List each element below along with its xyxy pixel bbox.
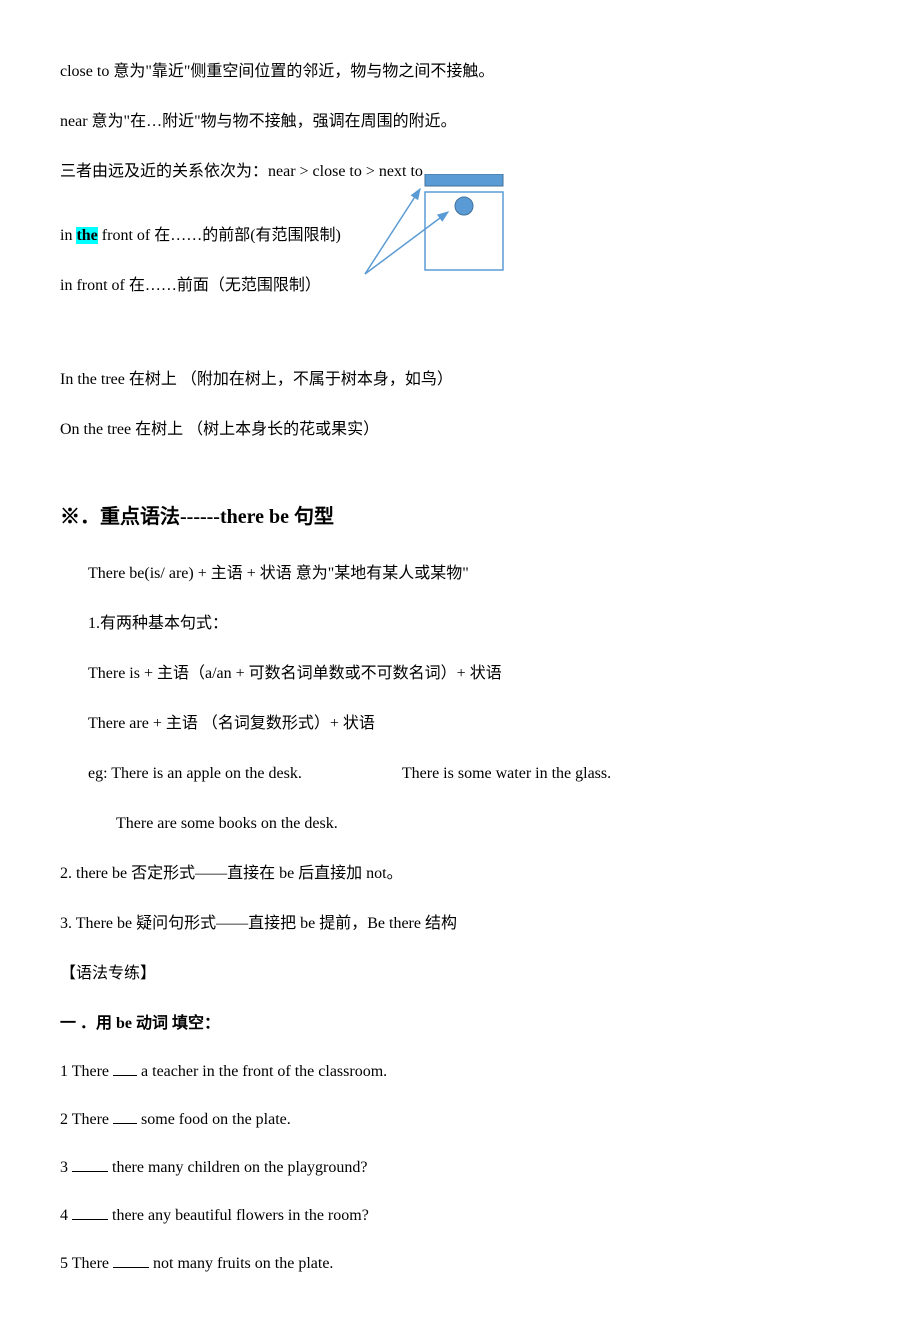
note-line-near: near 意为"在…附近"物与物不接触，强调在周围的附近。 bbox=[60, 110, 860, 134]
grammar-eg-line-2: There are some books on the desk. bbox=[116, 812, 860, 836]
q1-a: 1 There bbox=[60, 1063, 113, 1080]
q1-blank bbox=[113, 1060, 137, 1076]
q2-b: some food on the plate. bbox=[137, 1111, 291, 1128]
grammar-line-6: 2. there be 否定形式——直接在 be 后直接加 not。 bbox=[60, 862, 860, 886]
grammar-line-1: There be(is/ are) + 主语 + 状语 意为"某地有某人或某物" bbox=[88, 562, 860, 586]
in-the-front-rest: front of 在……的前部(有范围限制) bbox=[98, 227, 341, 244]
grammar-line-7: 3. There be 疑问句形式——直接把 be 提前，Be there 结构 bbox=[60, 912, 860, 936]
q2-a: 2 There bbox=[60, 1111, 113, 1128]
grammar-heading: ※．重点语法------there be 句型 bbox=[60, 502, 860, 532]
grammar-eg-line-1: eg: There is an apple on the desk. There … bbox=[88, 762, 860, 786]
exercise-q5: 5 There not many fruits on the plate. bbox=[60, 1252, 860, 1276]
q2-blank bbox=[113, 1108, 137, 1124]
note-line-closeto: close to 意为"靠近"侧重空间位置的邻近，物与物之间不接触。 bbox=[60, 60, 860, 84]
in-the-front-of-line: in the front of 在……的前部(有范围限制) bbox=[60, 224, 341, 248]
exercise-q2: 2 There some food on the plate. bbox=[60, 1108, 860, 1132]
exercise-q4: 4 there any beautiful flowers in the roo… bbox=[60, 1204, 860, 1228]
q4-a: 4 bbox=[60, 1207, 72, 1224]
grammar-line-3: There is + 主语（a/an + 可数名词单数或不可数名词）+ 状语 bbox=[88, 662, 860, 686]
exercise-q3: 3 there many children on the playground? bbox=[60, 1156, 860, 1180]
front-of-diagram bbox=[360, 174, 520, 304]
q1-b: a teacher in the front of the classroom. bbox=[137, 1063, 387, 1080]
on-the-tree-line: On the tree 在树上 （树上本身长的花或果实） bbox=[60, 418, 860, 442]
exercise-q1: 1 There a teacher in the front of the cl… bbox=[60, 1060, 860, 1084]
q3-blank bbox=[72, 1156, 108, 1172]
eg-left: eg: There is an apple on the desk. bbox=[88, 765, 302, 782]
q3-b: there many children on the playground? bbox=[108, 1159, 367, 1176]
grammar-practice-label: 【语法专练】 bbox=[60, 962, 860, 986]
grammar-line-4: There are + 主语 （名词复数形式）+ 状语 bbox=[88, 712, 860, 736]
q5-b: not many fruits on the plate. bbox=[149, 1255, 333, 1272]
front-of-section: in the front of 在……的前部(有范围限制) in front o… bbox=[60, 224, 860, 298]
q5-blank bbox=[113, 1252, 149, 1268]
q3-a: 3 bbox=[60, 1159, 72, 1176]
in-prefix: in bbox=[60, 227, 76, 244]
in-the-tree-line: In the tree 在树上 （附加在树上，不属于树本身，如鸟） bbox=[60, 368, 860, 392]
q4-blank bbox=[72, 1204, 108, 1220]
grammar-line-2: 1.有两种基本句式： bbox=[88, 612, 860, 636]
the-highlight: the bbox=[76, 227, 97, 244]
q5-a: 5 There bbox=[60, 1255, 113, 1272]
exercise-heading: 一 ．用 be 动词 填空： bbox=[60, 1012, 860, 1036]
eg-right: There is some water in the glass. bbox=[402, 765, 611, 782]
q4-b: there any beautiful flowers in the room? bbox=[108, 1207, 369, 1224]
